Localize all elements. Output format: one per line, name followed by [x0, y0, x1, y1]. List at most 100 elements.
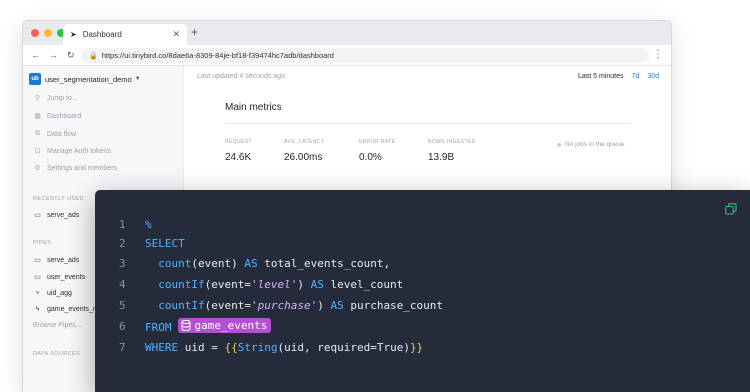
materialized-icon: ⑂	[35, 290, 40, 297]
search-icon: ⚲	[34, 95, 41, 102]
last-updated-text: Last updated 4 seconds ago	[197, 73, 285, 80]
line-number: 6	[119, 319, 126, 333]
copy-icon[interactable]	[725, 203, 737, 215]
browse-pipes-link[interactable]: Browse Pipes...	[33, 322, 82, 329]
metric-error-rate: ERROR RATE 0.0%	[359, 139, 395, 163]
workspace-selector[interactable]: ub user_segmentation_demo ▼	[29, 73, 141, 85]
code-token: )	[317, 298, 331, 312]
back-arrow-icon[interactable]: ←	[31, 50, 40, 61]
code-token: level_count	[323, 277, 404, 291]
pipe-icon: ▭	[34, 212, 41, 219]
metric-value: 24.6K	[225, 152, 252, 163]
sidebar-item-label: Data flow	[47, 130, 77, 138]
code-token: }}	[409, 340, 424, 354]
gear-icon: ⚙	[34, 165, 41, 172]
code-token: AS	[310, 277, 324, 291]
line-number: 4	[119, 277, 126, 291]
line-number: 5	[119, 298, 126, 312]
code-token: uid =	[178, 340, 225, 354]
jobs-queue-status: No jobs in the queue	[557, 141, 625, 148]
bolt-icon: ϟ	[35, 306, 40, 313]
pipe-icon: ▭	[34, 257, 41, 264]
sidebar-item-label: Settings and members	[47, 164, 118, 172]
sidebar-item-label: user_events	[47, 273, 86, 281]
forward-arrow-icon[interactable]: →	[49, 50, 58, 61]
close-window-button[interactable]	[31, 29, 39, 37]
database-icon	[181, 320, 190, 331]
window-controls	[31, 29, 65, 37]
data-sources-title: DATA SOURCES	[33, 351, 81, 357]
code-token: SELECT	[145, 236, 185, 250]
sidebar-item-label: uid_agg	[47, 290, 72, 297]
range-last-5-minutes[interactable]: Last 5 minutes	[578, 73, 624, 80]
sidebar-item-label: serve_ads	[47, 211, 80, 219]
queue-text: No jobs in the queue	[565, 141, 625, 148]
sidebar-item-label: Manage Auth tokens	[47, 147, 111, 155]
code-token: 'purchase'	[250, 298, 318, 312]
line-number: 2	[119, 236, 126, 250]
sidebar-item-settings[interactable]: ⚙ Settings and members	[33, 164, 118, 173]
minimize-window-button[interactable]	[44, 29, 52, 37]
tab-bar: ➤ Dashboard ✕ +	[23, 21, 671, 45]
sidebar-item-label: Dashboard	[47, 112, 82, 120]
tab-close-icon[interactable]: ✕	[172, 29, 180, 40]
range-30d[interactable]: 30d	[647, 73, 659, 80]
tinybird-logo-icon: ➤	[70, 30, 77, 39]
code-token: (event=	[204, 277, 251, 291]
code-token: purchase_count	[343, 298, 444, 312]
main-metrics-title: Main metrics	[225, 102, 282, 113]
sidebar-item-pipe-game-events[interactable]: ϟ game_events_m	[33, 306, 99, 313]
datasource-pill[interactable]: game_events	[177, 318, 272, 333]
sidebar-item-auth-tokens[interactable]: ⊡ Manage Auth tokens	[33, 147, 111, 156]
url-text: https://ui.tinybird.co/8dae6a-8309-84je-…	[101, 51, 334, 60]
code-token: countIf	[158, 298, 205, 312]
metric-rows-ingested: ROWS INGESTED 13.9B	[428, 139, 476, 163]
metric-label: REQUEST	[225, 139, 252, 145]
range-7d[interactable]: 7d	[632, 73, 640, 80]
code-token: (uid, required=True)	[277, 340, 410, 354]
code-token: WHERE	[145, 340, 179, 354]
browser-tab[interactable]: ➤ Dashboard ✕	[63, 24, 187, 45]
sidebar-item-recent-serve-ads[interactable]: ▭ serve_ads	[33, 211, 80, 220]
code-token: AS	[244, 256, 258, 270]
chevron-down-icon: ▼	[134, 76, 141, 82]
line-number: 7	[119, 340, 126, 354]
code-token: {{	[224, 340, 238, 354]
new-tab-icon[interactable]: +	[191, 25, 198, 39]
sidebar-item-pipe-user-events[interactable]: ▭ user_events	[33, 273, 86, 282]
metric-value: 0.0%	[359, 152, 382, 163]
sidebar-item-dashboard[interactable]: ▦ Dashboard	[33, 112, 82, 121]
browser-toolbar: ← → ↻ 🔒 https://ui.tinybird.co/8dae6a-83…	[23, 45, 671, 66]
sidebar-item-jump-to[interactable]: ⚲ Jump to...	[33, 94, 78, 103]
workspace-badge: ub	[29, 73, 41, 85]
sidebar-item-pipe-uid-agg[interactable]: ⑂ uid_agg	[33, 290, 72, 297]
code-token: String	[237, 340, 278, 354]
code-token: (event=	[204, 298, 251, 312]
tab-title: Dashboard	[82, 30, 122, 39]
sidebar-item-pipe-serve-ads[interactable]: ▭ serve_ads	[33, 256, 79, 265]
datasource-name: game_events	[194, 319, 268, 332]
workspace-name: user_segmentation_demo	[45, 74, 132, 84]
pipes-title: PIPES	[33, 240, 52, 246]
metric-request: REQUEST 24.6K	[225, 139, 252, 163]
code-token: count	[158, 256, 192, 270]
code-token: (event)	[191, 256, 245, 270]
dashboard-icon: ▦	[34, 113, 41, 120]
code-token: )	[297, 277, 311, 291]
sidebar-item-label: game_events_m	[47, 306, 99, 313]
lock-icon: 🔒	[89, 52, 98, 60]
status-dot	[557, 142, 561, 147]
code-token: countIf	[158, 277, 205, 291]
browse-pipes-label: Browse Pipes...	[33, 322, 82, 329]
pipe-icon: ▭	[34, 274, 41, 281]
address-bar[interactable]: 🔒 https://ui.tinybird.co/8dae6a-8309-84j…	[81, 48, 649, 63]
sidebar-item-data-flow[interactable]: ⧉ Data flow	[33, 130, 76, 138]
data-flow-icon: ⧉	[35, 130, 40, 137]
code-token: %	[145, 217, 152, 231]
time-range-selector: Last 5 minutes 7d 30d	[578, 73, 659, 80]
metric-avg-latency: AVG. LATENCY 26.00ms	[284, 139, 324, 163]
recently-used-title: RECENTLY USED	[33, 196, 84, 202]
metric-label: AVG. LATENCY	[284, 139, 325, 145]
more-menu-icon[interactable]: ⋮	[653, 49, 663, 60]
reload-icon[interactable]: ↻	[67, 50, 75, 61]
